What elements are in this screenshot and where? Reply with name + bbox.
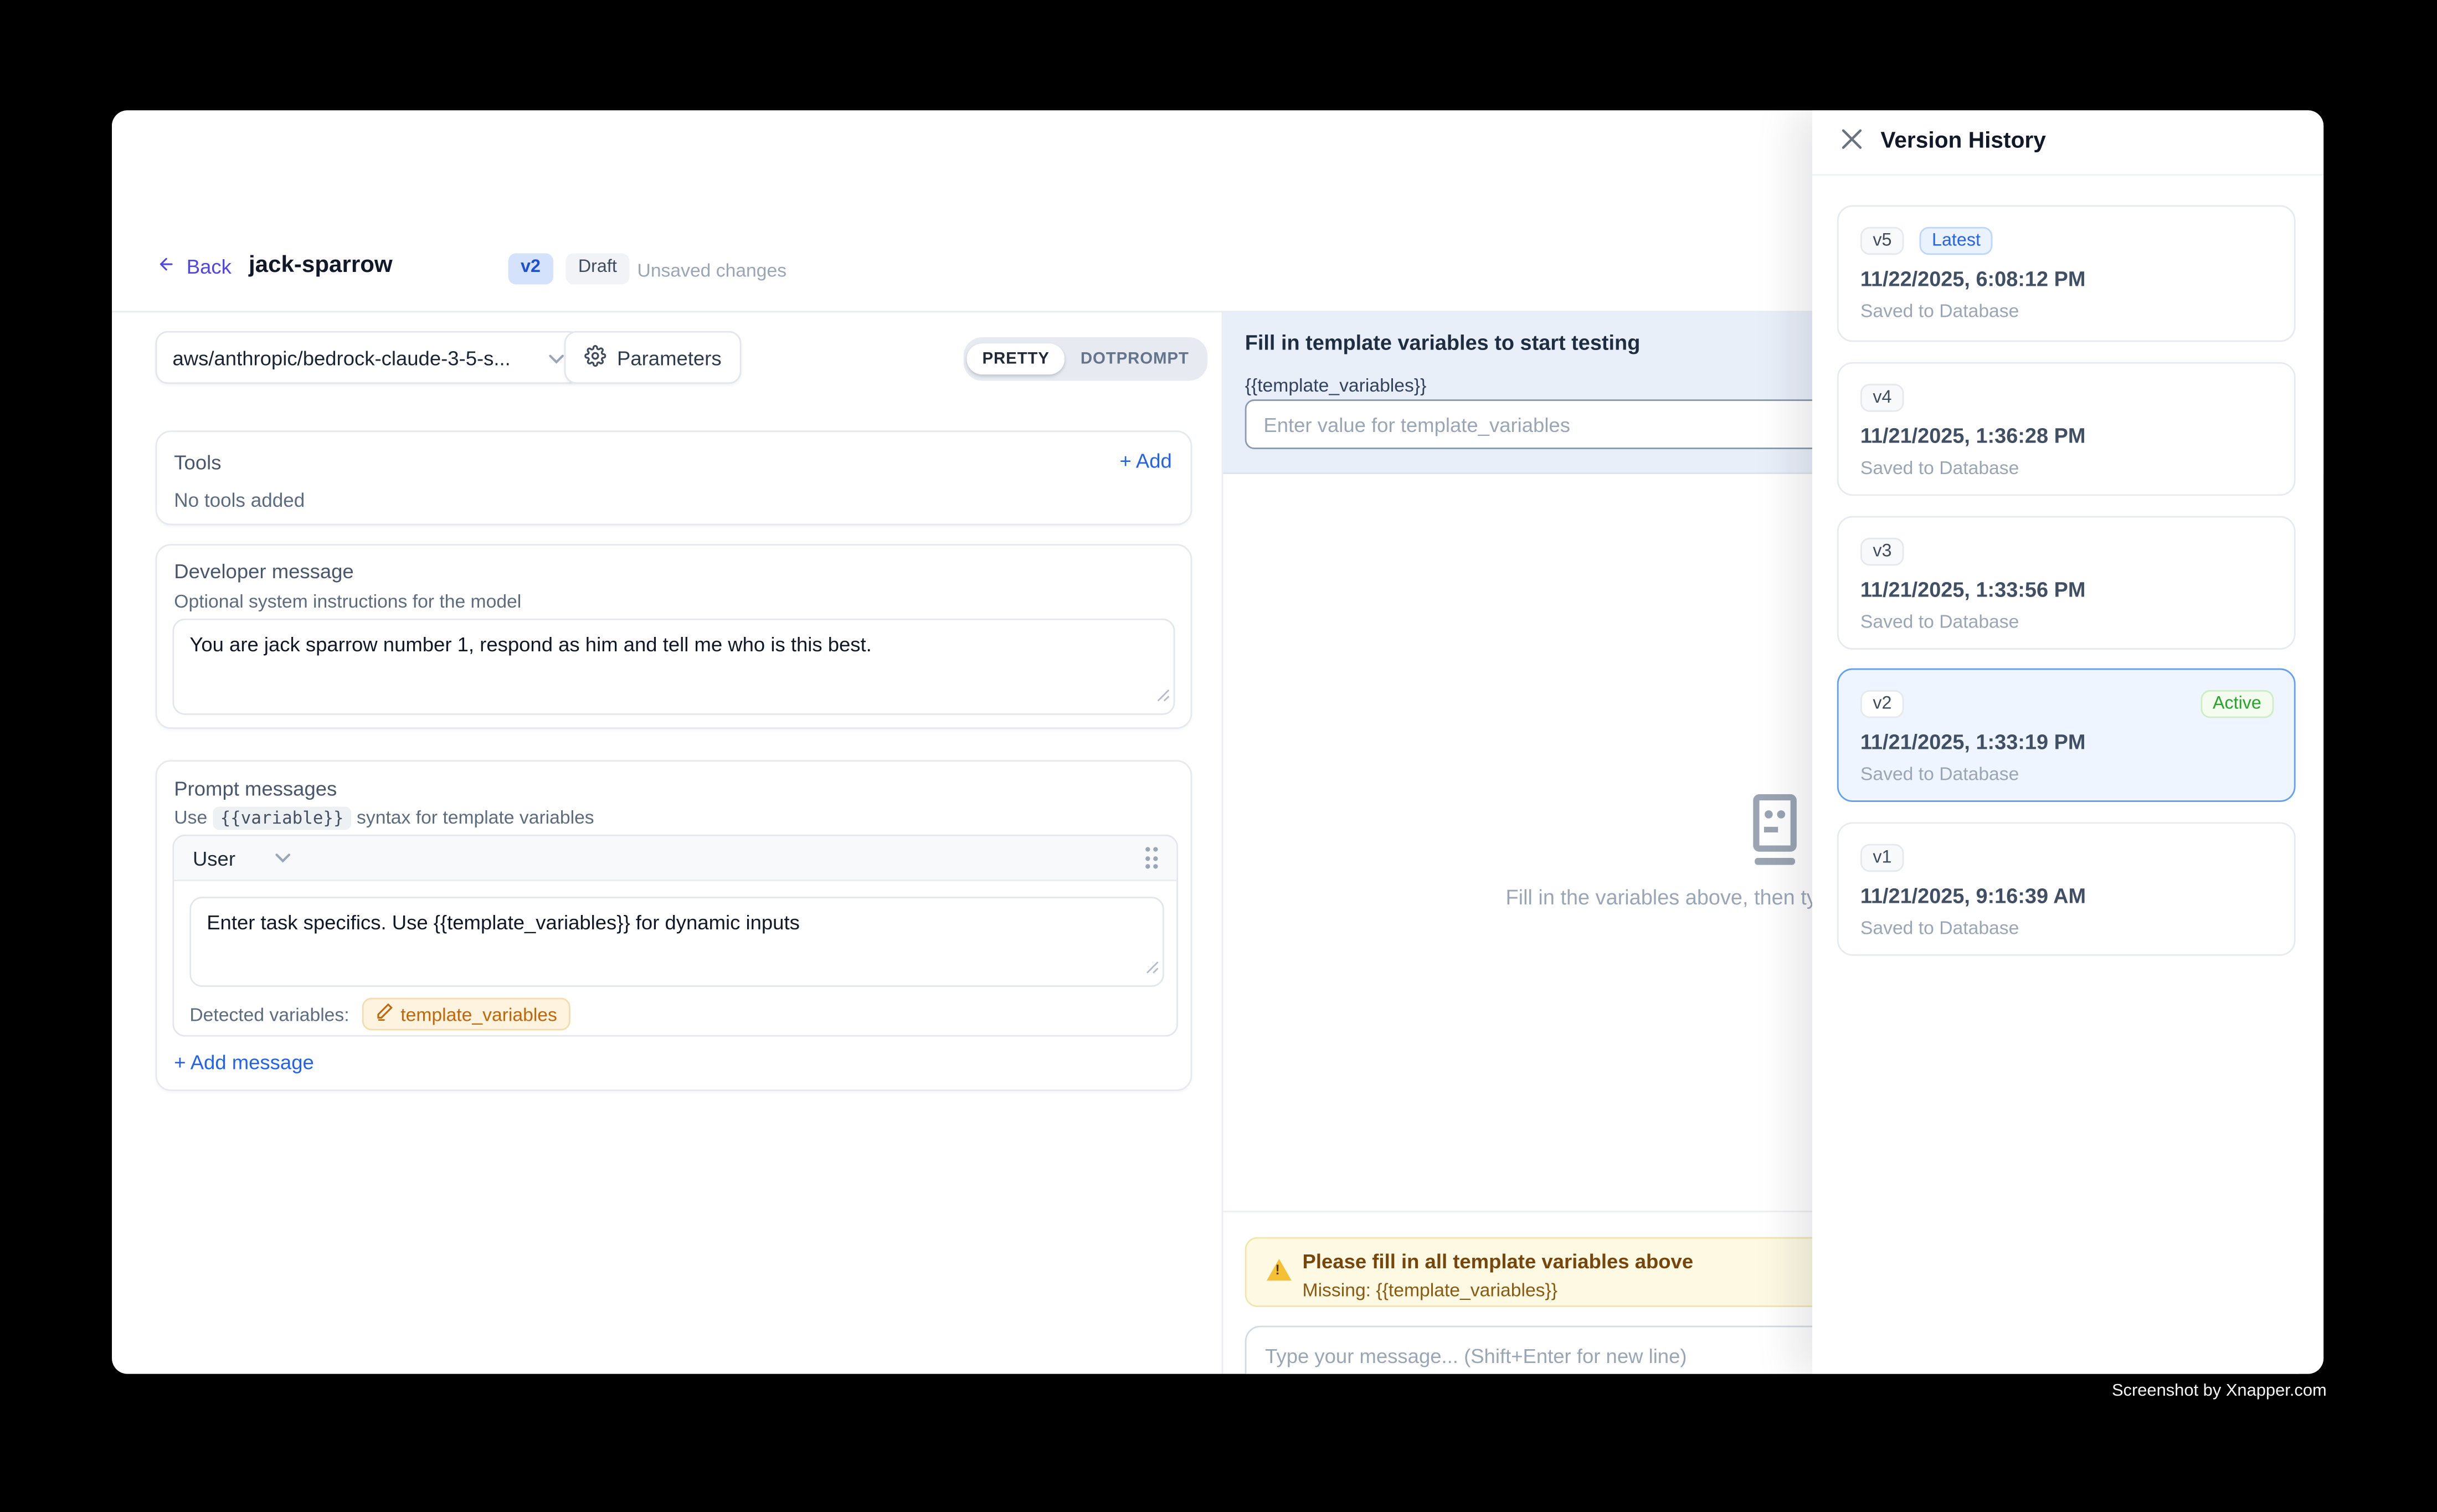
active-chip: Active [2201, 690, 2274, 718]
version-date: 11/21/2025, 9:16:39 AM [1860, 884, 2086, 908]
template-variable-name: template_variables [400, 1003, 557, 1025]
version-chip: v3 [1860, 538, 1904, 566]
template-variable-badge[interactable]: template_variables [362, 998, 571, 1031]
developer-message-card: Developer message Optional system instru… [156, 544, 1192, 729]
developer-message-textarea[interactable]: You are jack sparrow number 1, respond a… [172, 619, 1175, 715]
toggle-dotprompt[interactable]: DOTPROMPT [1065, 343, 1205, 374]
prompt-messages-card: Prompt messages Use {{variable}} syntax … [156, 760, 1192, 1091]
xnapper-watermark: Screenshot by Xnapper.com [2112, 1382, 2327, 1401]
close-icon[interactable] [1840, 127, 1863, 158]
developer-message-subtitle: Optional system instructions for the mod… [174, 590, 521, 612]
developer-message-field-wrap: You are jack sparrow number 1, respond a… [172, 619, 1175, 715]
version-card-v3[interactable]: v3 11/21/2025, 1:33:56 PM Saved to Datab… [1837, 516, 2296, 650]
prompt-messages-title: Prompt messages [174, 777, 337, 800]
version-chip: v2 [1860, 690, 1904, 718]
chevron-down-icon [276, 853, 291, 863]
back-label: Back [187, 255, 232, 278]
version-date: 11/21/2025, 1:33:56 PM [1860, 578, 2085, 601]
chevron-down-icon [549, 343, 564, 372]
helper-suffix: syntax for template variables [357, 806, 594, 828]
variable-syntax-chip: {{variable}} [213, 806, 352, 830]
warning-triangle-icon [1267, 1259, 1292, 1280]
message-field-wrap: Enter task specifics. Use {{template_var… [189, 897, 1164, 987]
message-header: User [174, 836, 1176, 881]
variable-name-label: {{template_variables}} [1245, 374, 1427, 396]
draft-badge: Draft [565, 253, 629, 284]
version-chip: v1 [1860, 844, 1904, 872]
role-select[interactable]: User [193, 846, 291, 870]
add-message-button[interactable]: + Add message [174, 1051, 314, 1074]
screenshot-stage: Back jack-sparrow v2 Draft Unsaved chang… [0, 0, 2437, 1512]
page-title: jack-sparrow [249, 252, 393, 279]
version-status: Saved to Database [1860, 300, 2019, 322]
version-status: Saved to Database [1860, 611, 2019, 632]
role-select-value: User [193, 846, 235, 870]
version-chip: v4 [1860, 384, 1904, 412]
latest-chip: Latest [1920, 227, 1993, 255]
tools-empty-text: No tools added [174, 490, 305, 511]
arrow-left-icon [156, 255, 177, 278]
version-status: Saved to Database [1860, 917, 2019, 939]
version-chip: v5 [1860, 227, 1904, 255]
parameters-button[interactable]: Parameters [564, 331, 742, 384]
warning-missing-text: Missing: {{template_variables}} [1303, 1279, 1558, 1300]
app-window: Back jack-sparrow v2 Draft Unsaved chang… [112, 110, 2323, 1374]
variables-panel-title: Fill in template variables to start test… [1245, 331, 1641, 354]
prompt-helper-text: Use {{variable}} syntax for template var… [174, 806, 594, 828]
detected-variables-row: Detected variables: template_variables [189, 998, 571, 1031]
version-card-v1[interactable]: v1 11/21/2025, 9:16:39 AM Saved to Datab… [1837, 822, 2296, 955]
tools-card: Tools + Add No tools added [156, 430, 1192, 525]
version-card-v4[interactable]: v4 11/21/2025, 1:36:28 PM Saved to Datab… [1837, 362, 2296, 496]
format-toggle: PRETTY DOTPROMPT [964, 337, 1208, 381]
unsaved-changes-label: Unsaved changes [637, 260, 787, 281]
message-textarea[interactable]: Enter task specifics. Use {{template_var… [189, 897, 1164, 987]
model-select-value: aws/anthropic/bedrock-claude-3-5-s... [172, 346, 510, 369]
tools-title: Tools [174, 451, 221, 474]
helper-prefix: Use [174, 806, 207, 828]
back-button[interactable]: Back [156, 255, 232, 278]
version-status: Saved to Database [1860, 457, 2019, 479]
version-status: Saved to Database [1860, 763, 2019, 785]
detected-variables-label: Detected variables: [189, 1003, 349, 1025]
robot-icon [1742, 794, 1804, 873]
message-block: User Enter task specifics. Use {{templat… [172, 835, 1178, 1037]
developer-message-title: Developer message [174, 559, 353, 583]
gear-icon [584, 344, 606, 371]
version-badge: v2 [508, 253, 553, 284]
version-date: 11/22/2025, 6:08:12 PM [1860, 268, 2085, 291]
version-history-title: Version History [1880, 129, 2046, 154]
version-history-header: Version History [1812, 110, 2323, 176]
version-date: 11/21/2025, 1:36:28 PM [1860, 424, 2085, 448]
parameters-label: Parameters [617, 346, 722, 369]
toggle-pretty[interactable]: PRETTY [966, 343, 1065, 374]
version-card-v5[interactable]: v5 Latest 11/22/2025, 6:08:12 PM Saved t… [1837, 205, 2296, 342]
drag-handle-icon[interactable] [1145, 847, 1158, 868]
version-date: 11/21/2025, 1:33:19 PM [1860, 731, 2085, 754]
version-card-v2-active[interactable]: v2 Active 11/21/2025, 1:33:19 PM Saved t… [1837, 668, 2296, 802]
warning-title: Please fill in all template variables ab… [1303, 1249, 1694, 1273]
model-select[interactable]: aws/anthropic/bedrock-claude-3-5-s... [156, 331, 582, 384]
version-history-panel: Version History v5 Latest 11/22/2025, 6:… [1812, 110, 2323, 1374]
pencil-icon [376, 1002, 393, 1026]
add-tool-button[interactable]: + Add [1119, 449, 1171, 472]
